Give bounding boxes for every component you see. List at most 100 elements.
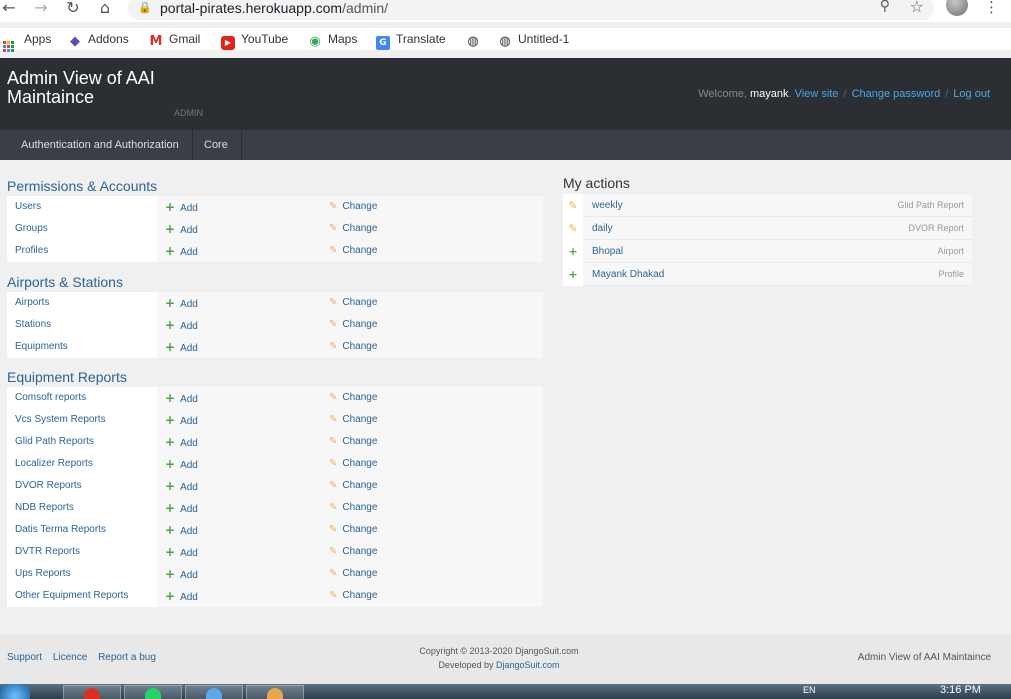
- taskbar-window[interactable]: [185, 685, 243, 699]
- bookmark-youtube[interactable]: ▶ YouTube: [221, 31, 288, 50]
- add-link[interactable]: + Add: [165, 196, 198, 218]
- action-type: DVOR Report: [908, 223, 964, 233]
- add-link[interactable]: + Add: [165, 292, 198, 314]
- profile-avatar[interactable]: [946, 0, 968, 16]
- reload-icon[interactable]: ↻: [64, 0, 82, 18]
- action-item: ✎ weekly Glid Path Report: [563, 194, 972, 217]
- report-bug-link[interactable]: Report a bug: [98, 652, 156, 663]
- developer-link[interactable]: DjangoSuit.com: [496, 660, 560, 670]
- add-link[interactable]: + Add: [165, 314, 198, 336]
- add-link[interactable]: + Add: [165, 240, 198, 262]
- pencil-icon: ✎: [329, 245, 338, 256]
- plus-icon: +: [165, 318, 176, 332]
- action-object-link[interactable]: weekly: [592, 194, 623, 217]
- whatsapp-icon: [145, 688, 161, 699]
- change-link[interactable]: ✎ Change: [329, 292, 377, 314]
- change-link[interactable]: ✎ Change: [329, 541, 377, 563]
- bookmark-star-icon[interactable]: ☆: [910, 0, 924, 16]
- taskbar-paint[interactable]: [246, 685, 304, 699]
- change-link[interactable]: ✎ Change: [329, 196, 377, 218]
- nav-auth[interactable]: Authentication and Authorization: [8, 130, 193, 160]
- model-link[interactable]: Other Equipment Reports: [7, 585, 157, 607]
- add-link[interactable]: + Add: [165, 519, 198, 541]
- model-link[interactable]: DVOR Reports: [7, 475, 157, 497]
- module-title-permissions[interactable]: Permissions & Accounts: [7, 178, 157, 194]
- add-link[interactable]: + Add: [165, 497, 198, 519]
- model-link[interactable]: DVTR Reports: [7, 541, 157, 563]
- model-link[interactable]: Ups Reports: [7, 563, 157, 585]
- licence-link[interactable]: Licence: [53, 652, 87, 663]
- model-link[interactable]: Profiles: [7, 240, 157, 262]
- model-link[interactable]: Users: [7, 196, 157, 218]
- model-link[interactable]: NDB Reports: [7, 497, 157, 519]
- add-link[interactable]: + Add: [165, 475, 198, 497]
- bookmark-gmail[interactable]: M Gmail: [149, 31, 201, 49]
- model-link[interactable]: Equipments: [7, 336, 157, 358]
- nav-core[interactable]: Core: [191, 130, 242, 160]
- addons-icon: ◆: [70, 34, 80, 49]
- browser-menu-icon[interactable]: ⋮: [984, 0, 999, 16]
- bookmark-apps[interactable]: Apps: [3, 31, 51, 52]
- change-link[interactable]: ✎ Change: [329, 497, 377, 519]
- model-link[interactable]: Datis Terma Reports: [7, 519, 157, 541]
- add-link[interactable]: + Add: [165, 431, 198, 453]
- back-icon[interactable]: ←: [0, 0, 18, 18]
- model-link[interactable]: Groups: [7, 218, 157, 240]
- change-link[interactable]: ✎ Change: [329, 336, 377, 358]
- zoom-icon[interactable]: ⚲: [880, 0, 890, 14]
- change-link[interactable]: ✎ Change: [329, 563, 377, 585]
- module-equipment-reports: Comsoft reports + Add ✎ Change Vcs System Re…: [7, 387, 543, 607]
- change-link[interactable]: ✎ Change: [329, 519, 377, 541]
- model-link[interactable]: Glid Path Reports: [7, 431, 157, 453]
- site-title[interactable]: Admin View of AAI Maintaince: [7, 69, 177, 107]
- pencil-icon: ✎: [329, 201, 338, 212]
- bookmark-addons[interactable]: ◆ Addons: [68, 31, 129, 49]
- add-link[interactable]: + Add: [165, 387, 198, 409]
- model-link[interactable]: Comsoft reports: [7, 387, 157, 409]
- add-link[interactable]: + Add: [165, 336, 198, 358]
- add-link[interactable]: + Add: [165, 585, 198, 607]
- home-icon[interactable]: ⌂: [96, 0, 114, 18]
- clock[interactable]: 3:16 PM: [940, 684, 981, 696]
- add-link[interactable]: + Add: [165, 563, 198, 585]
- url-text[interactable]: portal-pirates.herokuapp.com/admin/: [160, 0, 388, 16]
- model-link[interactable]: Localizer Reports: [7, 453, 157, 475]
- change-link[interactable]: ✎ Change: [329, 240, 377, 262]
- taskbar-whatsapp[interactable]: [124, 685, 182, 699]
- log-out-link[interactable]: Log out: [953, 88, 990, 100]
- model-link[interactable]: Vcs System Reports: [7, 409, 157, 431]
- address-bar[interactable]: 🔒 portal-pirates.herokuapp.com/admin/ ⚲ …: [128, 0, 934, 20]
- bookmark-untitled[interactable]: ◍ Untitled-1: [498, 31, 569, 49]
- change-link[interactable]: ✎ Change: [329, 475, 377, 497]
- change-link[interactable]: ✎ Change: [329, 453, 377, 475]
- change-link[interactable]: ✎ Change: [329, 387, 377, 409]
- add-link[interactable]: + Add: [165, 409, 198, 431]
- bookmark-maps[interactable]: ◉ Maps: [308, 31, 357, 49]
- taskbar-chrome[interactable]: [63, 685, 121, 699]
- add-link[interactable]: + Add: [165, 541, 198, 563]
- view-site-link[interactable]: View site: [795, 88, 839, 100]
- change-link[interactable]: ✎ Change: [329, 314, 377, 336]
- pencil-icon: ✎: [329, 392, 338, 403]
- start-button[interactable]: [0, 684, 30, 699]
- change-link[interactable]: ✎ Change: [329, 585, 377, 607]
- support-link[interactable]: Support: [7, 652, 42, 663]
- pencil-icon: ✎: [563, 217, 583, 240]
- forward-icon[interactable]: →: [32, 0, 50, 18]
- language-indicator[interactable]: EN: [803, 685, 816, 695]
- action-object-link[interactable]: Mayank Dhakad: [592, 263, 664, 286]
- module-title-equipment-reports[interactable]: Equipment Reports: [7, 369, 127, 385]
- module-title-airports[interactable]: Airports & Stations: [7, 274, 123, 290]
- change-password-link[interactable]: Change password: [852, 88, 941, 100]
- change-link[interactable]: ✎ Change: [329, 218, 377, 240]
- bookmark-translate[interactable]: G Translate: [376, 31, 446, 50]
- action-object-link[interactable]: Bhopal: [592, 240, 623, 263]
- model-link[interactable]: Stations: [7, 314, 157, 336]
- action-object-link[interactable]: daily: [592, 217, 613, 240]
- add-link[interactable]: + Add: [165, 453, 198, 475]
- change-link[interactable]: ✎ Change: [329, 431, 377, 453]
- model-link[interactable]: Airports: [7, 292, 157, 314]
- change-link[interactable]: ✎ Change: [329, 409, 377, 431]
- add-link[interactable]: + Add: [165, 218, 198, 240]
- bookmark-globe[interactable]: ◍: [466, 31, 486, 49]
